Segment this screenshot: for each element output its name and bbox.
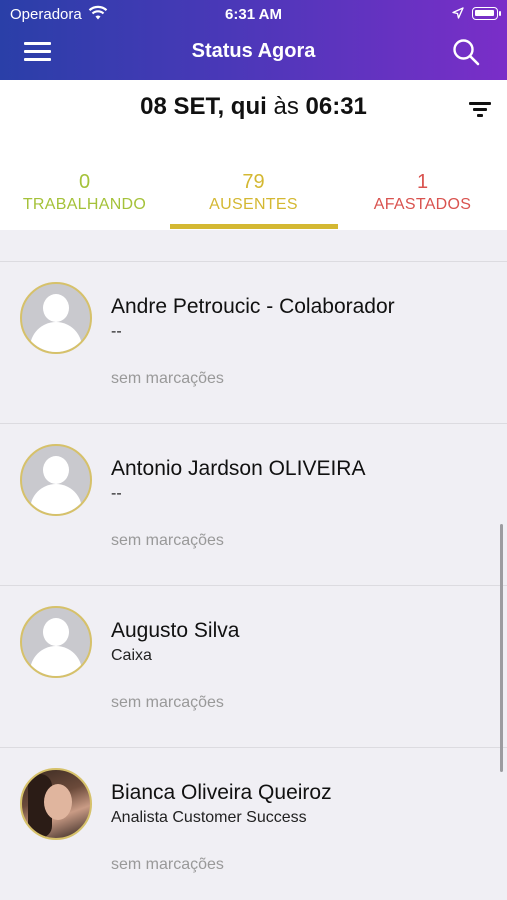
page-title: Status Agora (191, 40, 316, 62)
date-connector: às (273, 93, 299, 120)
current-date: 08 SET, qui às 06:31 (0, 93, 507, 121)
tab-afastados[interactable]: 1 AFASTADOS (338, 170, 507, 230)
employee-list[interactable]: Andre Petroucic - Colaborador -- sem mar… (0, 230, 507, 900)
list-item[interactable]: Bianca Oliveira Queiroz Analista Custome… (0, 748, 507, 900)
search-icon[interactable] (452, 38, 480, 66)
clock: 6:31 AM (225, 6, 282, 23)
employee-marks: sem marcações (111, 370, 224, 387)
battery-icon (472, 7, 501, 20)
employee-marks: sem marcações (111, 856, 224, 873)
tab-count: 1 (416, 171, 429, 193)
employee-marks: sem marcações (111, 532, 224, 549)
scrollbar[interactable] (500, 524, 503, 772)
date-time: 06:31 (305, 93, 367, 120)
date-header: 08 SET, qui às 06:31 0 TRABALHANDO 79 AU… (0, 80, 507, 230)
app-header: Operadora 6:31 AM Status Agora (0, 0, 507, 80)
employee-role: -- (111, 323, 122, 340)
avatar (20, 768, 92, 840)
list-item[interactable]: Antonio Jardson OLIVEIRA -- sem marcaçõe… (0, 424, 507, 586)
list-item[interactable]: Augusto Silva Caixa sem marcações (0, 586, 507, 748)
status-bar: Operadora 6:31 AM (0, 0, 507, 28)
filter-icon[interactable] (469, 102, 491, 118)
location-arrow-icon (452, 7, 464, 19)
employee-role: -- (111, 485, 122, 502)
employee-name: Antonio Jardson OLIVEIRA (111, 457, 366, 480)
tab-selected-indicator (170, 224, 338, 229)
status-tabs: 0 TRABALHANDO 79 AUSENTES 1 AFASTADOS (0, 170, 507, 230)
employee-role: Analista Customer Success (111, 809, 307, 826)
employee-name: Augusto Silva (111, 619, 240, 642)
date-day: 08 SET, qui (140, 93, 267, 120)
employee-marks: sem marcações (111, 694, 224, 711)
avatar (20, 282, 92, 354)
avatar (20, 606, 92, 678)
tab-label: AUSENTES (209, 196, 298, 213)
tab-count: 0 (78, 171, 91, 193)
employee-role: Caixa (111, 647, 152, 664)
tab-count: 79 (242, 171, 265, 193)
tab-label: TRABALHANDO (22, 196, 147, 213)
list-item[interactable]: Andre Petroucic - Colaborador -- sem mar… (0, 262, 507, 424)
tab-ausentes[interactable]: 79 AUSENTES (169, 170, 338, 230)
tab-label: AFASTADOS (373, 196, 472, 213)
tab-trabalhando[interactable]: 0 TRABALHANDO (0, 170, 169, 230)
employee-name: Bianca Oliveira Queiroz (111, 781, 332, 804)
avatar (20, 444, 92, 516)
employee-name: Andre Petroucic - Colaborador (111, 295, 395, 318)
